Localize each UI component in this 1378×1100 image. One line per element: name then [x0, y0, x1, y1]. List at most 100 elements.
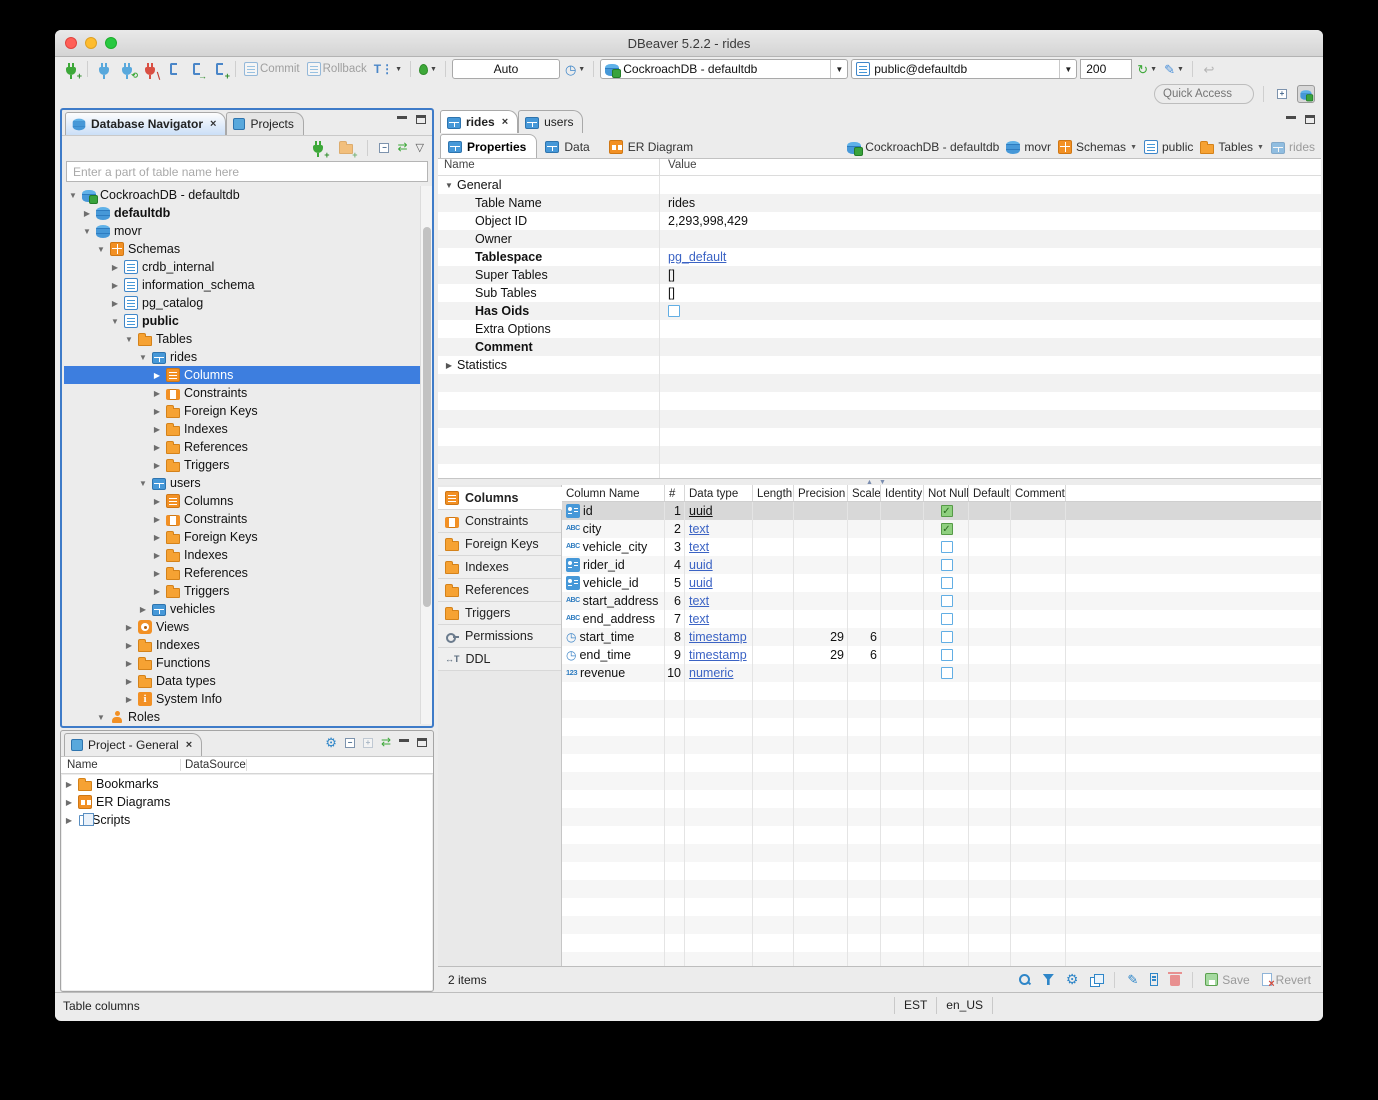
minimize-view-button[interactable] [399, 739, 409, 742]
commit-mode-combo[interactable]: Auto [452, 59, 560, 79]
property-row-comment[interactable]: Comment [438, 338, 1321, 356]
column-header-precision[interactable]: Precision [794, 485, 848, 501]
chevron-down-icon[interactable]: ▼ [1257, 144, 1264, 151]
sql-editor-button[interactable] [163, 59, 183, 79]
subtab-properties[interactable]: Properties [440, 134, 537, 158]
column-header-identity[interactable]: Identity [881, 485, 924, 501]
tree-item-defaultdb[interactable]: ▶defaultdb [64, 204, 430, 222]
chevron-right-icon[interactable]: ▶ [82, 209, 92, 218]
property-row-tablespace[interactable]: Tablespacepg_default [438, 248, 1321, 266]
format-button[interactable]: ✎▼ [1162, 59, 1186, 79]
breadcrumb-tables[interactable]: Tables▼ [1200, 140, 1264, 154]
chevron-down-icon[interactable]: ▼ [110, 317, 120, 326]
detail-tab-ddl[interactable]: ↔TDDL [438, 648, 561, 671]
column-header-data-type[interactable]: Data type [685, 485, 753, 501]
data-type-link[interactable]: timestamp [689, 630, 747, 644]
chevron-down-icon[interactable]: ▼ [1130, 144, 1137, 151]
transaction-log-button[interactable]: ◷▼ [563, 59, 587, 79]
chevron-down-icon[interactable]: ▼ [444, 181, 454, 190]
column-row-end_time[interactable]: ◷end_time9timestamp296 [562, 646, 1321, 664]
chevron-right-icon[interactable]: ▶ [152, 515, 162, 524]
expand-all-icon[interactable]: + [363, 738, 373, 748]
chevron-right-icon[interactable]: ▶ [124, 623, 134, 632]
breadcrumb-rides[interactable]: rides [1271, 140, 1315, 154]
close-icon[interactable]: × [210, 118, 216, 130]
column-row-rider_id[interactable]: rider_id4uuid [562, 556, 1321, 574]
tree-item-public[interactable]: ▼public [64, 312, 430, 330]
tab-database-navigator[interactable]: Database Navigator × [65, 112, 226, 135]
property-row-sub-tables[interactable]: Sub Tables[] [438, 284, 1321, 302]
not-null-checkbox[interactable] [941, 559, 953, 571]
column-row-id[interactable]: id1uuid✓ [562, 502, 1321, 520]
not-null-checkbox[interactable] [941, 577, 953, 589]
maximize-editor-button[interactable] [1305, 115, 1315, 124]
data-type-link[interactable]: uuid [689, 558, 713, 572]
chevron-right-icon[interactable]: ▶ [124, 695, 134, 704]
navigator-scrollbar[interactable] [420, 186, 432, 724]
has-oids-checkbox[interactable] [668, 305, 680, 317]
not-null-checkbox[interactable] [941, 631, 953, 643]
chevron-down-icon[interactable]: ▼ [124, 335, 134, 344]
column-row-start_time[interactable]: ◷start_time8timestamp296 [562, 628, 1321, 646]
tree-item-constraints[interactable]: ▶Constraints [64, 510, 430, 528]
open-sql-console-button[interactable]: → [186, 59, 206, 79]
not-null-checkbox[interactable] [941, 541, 953, 553]
detail-tab-permissions[interactable]: Permissions [438, 625, 561, 648]
data-type-link[interactable]: text [689, 522, 709, 536]
chevron-right-icon[interactable]: ▶ [152, 533, 162, 542]
disconnect-button[interactable]: ∖ [140, 59, 160, 79]
edit-pencil-icon[interactable]: ✎ [1127, 973, 1138, 986]
chevron-right-icon[interactable]: ▶ [152, 443, 162, 452]
subtab-data[interactable]: Data [537, 134, 600, 158]
not-null-checkbox[interactable]: ✓ [941, 523, 953, 535]
tree-item-triggers[interactable]: ▶Triggers [64, 456, 430, 474]
close-icon[interactable]: × [186, 739, 192, 751]
tree-item-indexes[interactable]: ▶Indexes [64, 546, 430, 564]
property-value-link[interactable]: pg_default [668, 250, 726, 264]
open-perspective-button[interactable]: + [1273, 85, 1291, 103]
detail-tab-references[interactable]: References [438, 579, 561, 602]
refresh-button[interactable]: ↻▼ [1135, 59, 1159, 79]
collapse-all-icon[interactable]: − [379, 143, 389, 153]
column-row-end_address[interactable]: ABCend_address7text [562, 610, 1321, 628]
editor-tab-users[interactable]: users [518, 110, 583, 133]
filter-icon[interactable] [1043, 974, 1054, 985]
tree-item-system-info[interactable]: ▶System Info [64, 690, 430, 708]
not-null-checkbox[interactable] [941, 667, 953, 679]
chevron-right-icon[interactable]: ▶ [110, 299, 120, 308]
minimize-view-button[interactable] [397, 116, 407, 119]
chevron-right-icon[interactable]: ▶ [124, 659, 134, 668]
property-row-general[interactable]: ▼General [438, 176, 1321, 194]
properties-name-header[interactable]: Name [438, 159, 660, 175]
data-type-link[interactable]: numeric [689, 666, 733, 680]
chevron-right-icon[interactable]: ▶ [64, 816, 74, 825]
connect-button[interactable] [94, 59, 114, 79]
tree-item-triggers[interactable]: ▶Triggers [64, 582, 430, 600]
chevron-right-icon[interactable]: ▶ [64, 780, 74, 789]
dbeaver-perspective-button[interactable] [1297, 85, 1315, 103]
link-editor-icon[interactable]: ⇄ [397, 141, 407, 154]
property-row-table-name[interactable]: Table Namerides [438, 194, 1321, 212]
tree-item-cockroachdb-defaultdb[interactable]: ▼CockroachDB - defaultdb [64, 186, 430, 204]
tab-project-general[interactable]: Project - General × [64, 733, 202, 756]
chevron-right-icon[interactable]: ▶ [152, 407, 162, 416]
column-header-comment[interactable]: Comment [1011, 485, 1066, 501]
column-row-city[interactable]: ABCcity2text✓ [562, 520, 1321, 538]
tree-item-indexes[interactable]: ▶Indexes [64, 636, 430, 654]
column-header-not-null[interactable]: Not Null [924, 485, 969, 501]
chevron-right-icon[interactable]: ▶ [152, 461, 162, 470]
collapse-all-icon[interactable]: − [345, 738, 355, 748]
debug-button[interactable]: ▼ [417, 59, 439, 79]
table-filter-input[interactable] [66, 161, 428, 182]
tree-item-references[interactable]: ▶References [64, 438, 430, 456]
fetch-size-input[interactable] [1080, 59, 1132, 79]
property-row-has-oids[interactable]: Has Oids [438, 302, 1321, 320]
chevron-down-icon[interactable]: ▼ [82, 227, 92, 236]
chevron-down-icon[interactable]: ▼ [138, 479, 148, 488]
tree-item-movr[interactable]: ▼movr [64, 222, 430, 240]
breadcrumb-public[interactable]: public [1144, 140, 1193, 154]
new-sql-editor-button[interactable]: + [209, 59, 229, 79]
chevron-right-icon[interactable]: ▶ [152, 569, 162, 578]
data-type-link[interactable]: text [689, 612, 709, 626]
editor-tab-rides[interactable]: rides× [440, 110, 518, 133]
